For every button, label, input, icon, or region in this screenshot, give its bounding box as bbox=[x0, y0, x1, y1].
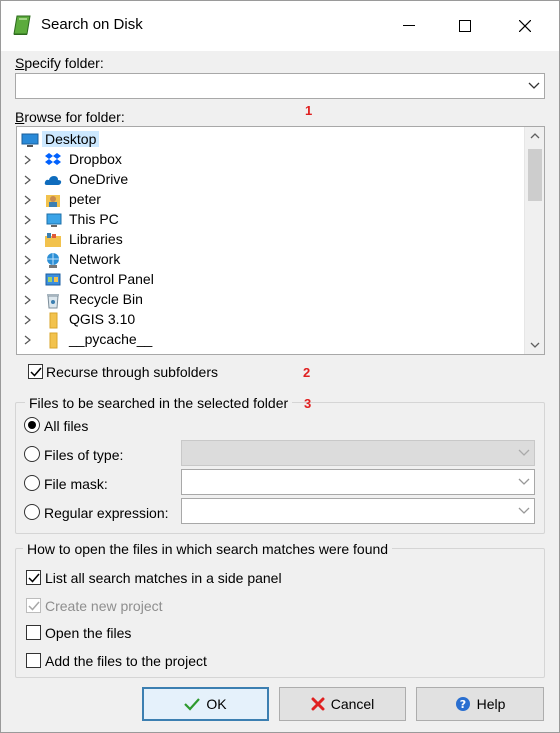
chevron-down-icon[interactable] bbox=[528, 82, 540, 90]
ok-button[interactable]: OK bbox=[142, 687, 269, 721]
chevron-right-icon[interactable] bbox=[24, 315, 32, 325]
tree-item-qgis[interactable]: QGIS 3.10 bbox=[17, 310, 522, 330]
create-new-project-checkbox bbox=[26, 598, 41, 613]
radio-selected-dot bbox=[28, 421, 36, 429]
all-files-radio[interactable] bbox=[24, 417, 40, 433]
dropbox-icon bbox=[45, 153, 61, 165]
open-group-title: How to open the files in which search ma… bbox=[23, 541, 393, 557]
red-x-icon bbox=[311, 697, 325, 711]
annotation-marker-3: 3 bbox=[304, 396, 312, 411]
cancel-button[interactable]: Cancel bbox=[279, 687, 406, 721]
scroll-up-icon[interactable] bbox=[530, 133, 540, 139]
chevron-right-icon[interactable] bbox=[24, 195, 32, 205]
tree-item-pycache[interactable]: __pycache__ bbox=[17, 330, 522, 350]
window-title: Search on Disk bbox=[41, 16, 143, 33]
tree-item-libraries[interactable]: Libraries bbox=[17, 230, 522, 250]
scroll-down-icon[interactable] bbox=[530, 342, 540, 348]
all-files-label[interactable]: All files bbox=[44, 418, 88, 434]
regular-expression-combobox[interactable] bbox=[181, 498, 535, 524]
specify-folder-label: Specify folder: bbox=[15, 55, 104, 71]
folder-icon bbox=[49, 312, 58, 329]
chevron-down-icon[interactable] bbox=[518, 478, 530, 486]
tree-item-network[interactable]: Network bbox=[17, 250, 522, 270]
close-icon bbox=[519, 20, 531, 32]
title-bar: Search on Disk bbox=[1, 1, 559, 51]
browse-for-folder-label: Browse for folder: bbox=[15, 109, 125, 125]
onedrive-icon bbox=[44, 176, 62, 185]
network-icon bbox=[47, 253, 59, 268]
recurse-subfolders-label[interactable]: Recurse through subfolders bbox=[46, 364, 218, 380]
file-mask-combobox[interactable] bbox=[181, 469, 535, 495]
file-mask-radio[interactable] bbox=[24, 475, 40, 491]
chevron-right-icon[interactable] bbox=[24, 295, 32, 305]
control-panel-icon bbox=[45, 273, 61, 286]
minimize-icon bbox=[403, 25, 415, 26]
user-folder-icon bbox=[46, 195, 60, 207]
recurse-subfolders-checkbox[interactable] bbox=[28, 364, 43, 379]
folder-icon bbox=[49, 332, 58, 349]
tree-item-peter[interactable]: peter bbox=[17, 190, 522, 210]
files-of-type-radio[interactable] bbox=[24, 446, 40, 462]
tree-item-control-panel[interactable]: Control Panel bbox=[17, 270, 522, 290]
scrollbar-thumb[interactable] bbox=[528, 149, 542, 201]
open-files-label[interactable]: Open the files bbox=[45, 625, 131, 641]
chevron-right-icon[interactable] bbox=[24, 275, 32, 285]
chevron-right-icon[interactable] bbox=[24, 175, 32, 185]
tree-item-recycle-bin[interactable]: Recycle Bin bbox=[17, 290, 522, 310]
regular-expression-label[interactable]: Regular expression: bbox=[44, 505, 169, 521]
minimize-button[interactable] bbox=[379, 1, 439, 51]
green-book-icon bbox=[13, 15, 31, 35]
tree-item-this-pc[interactable]: This PC bbox=[17, 210, 522, 230]
open-files-checkbox[interactable] bbox=[26, 625, 41, 640]
folder-tree[interactable]: Desktop Dropbox OneDrive peter This PC L… bbox=[16, 126, 545, 355]
checkmark-icon bbox=[28, 601, 40, 611]
files-of-type-combobox bbox=[181, 440, 535, 466]
chevron-right-icon[interactable] bbox=[24, 255, 32, 265]
tree-vertical-scrollbar[interactable] bbox=[524, 127, 544, 354]
checkmark-icon bbox=[28, 573, 40, 583]
help-button[interactable]: ? Help bbox=[416, 687, 544, 721]
chevron-down-icon[interactable] bbox=[518, 507, 530, 515]
help-icon: ? bbox=[455, 697, 470, 711]
chevron-right-icon[interactable] bbox=[24, 155, 32, 165]
recycle-bin-icon bbox=[47, 294, 59, 309]
checkmark-icon bbox=[184, 698, 201, 711]
libraries-icon bbox=[45, 233, 61, 247]
search-on-disk-dialog: Search on Disk Specify folder: Browse fo… bbox=[0, 0, 560, 733]
maximize-button[interactable] bbox=[435, 1, 495, 51]
specify-folder-combobox[interactable] bbox=[15, 73, 545, 99]
files-of-type-label[interactable]: Files of type: bbox=[44, 447, 123, 463]
chevron-right-icon[interactable] bbox=[24, 235, 32, 245]
tree-item-onedrive[interactable]: OneDrive bbox=[17, 170, 522, 190]
regular-expression-radio[interactable] bbox=[24, 504, 40, 520]
annotation-marker-1: 1 bbox=[305, 103, 313, 118]
chevron-right-icon[interactable] bbox=[24, 215, 32, 225]
close-button[interactable] bbox=[495, 1, 555, 51]
file-mask-label[interactable]: File mask: bbox=[44, 476, 108, 492]
tree-item-dropbox[interactable]: Dropbox bbox=[17, 150, 522, 170]
this-pc-icon bbox=[46, 213, 62, 227]
files-group-title: Files to be searched in the selected fol… bbox=[25, 395, 293, 411]
maximize-icon bbox=[459, 20, 471, 32]
annotation-marker-2: 2 bbox=[303, 365, 311, 380]
chevron-down-icon bbox=[518, 449, 530, 456]
desktop-icon bbox=[21, 133, 39, 147]
tree-item-desktop[interactable]: Desktop bbox=[17, 130, 522, 150]
checkmark-icon bbox=[30, 367, 42, 377]
create-new-project-label: Create new project bbox=[45, 598, 163, 614]
svg-text:?: ? bbox=[459, 698, 465, 711]
list-side-panel-label[interactable]: List all search matches in a side panel bbox=[45, 570, 282, 586]
add-files-to-project-checkbox[interactable] bbox=[26, 653, 41, 668]
chevron-right-icon[interactable] bbox=[24, 335, 32, 345]
list-side-panel-checkbox[interactable] bbox=[26, 570, 41, 585]
add-files-to-project-label[interactable]: Add the files to the project bbox=[45, 653, 207, 669]
